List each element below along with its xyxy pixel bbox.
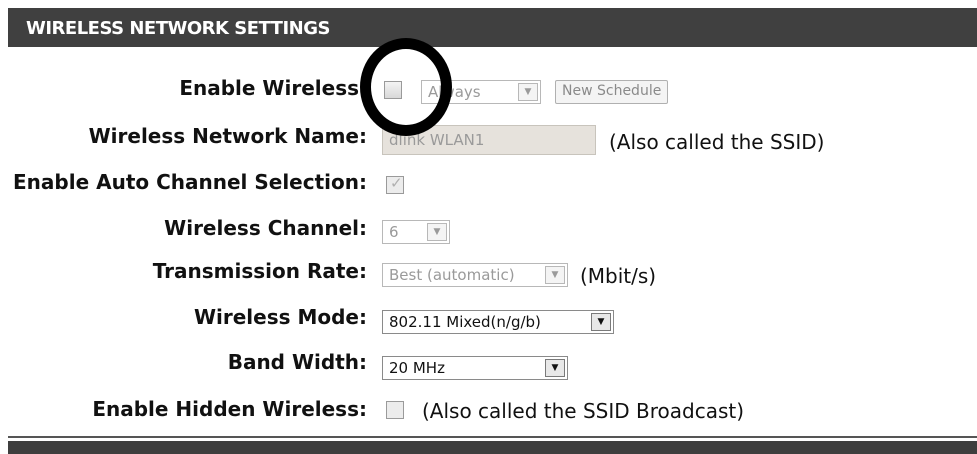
mode-value: 802.11 Mixed(n/g/b) <box>389 313 541 331</box>
band-width-select[interactable]: 20 MHz ▼ <box>382 356 568 380</box>
chevron-down-icon: ▼ <box>591 313 611 331</box>
hidden-wireless-label: Enable Hidden Wireless <box>92 397 359 421</box>
auto-channel-label: Enable Auto Channel Selection <box>13 170 359 194</box>
colon: : <box>359 305 367 329</box>
tx-rate-select[interactable]: Best (automatic) ▼ <box>382 263 568 287</box>
colon: : <box>359 350 367 374</box>
colon: : <box>359 397 367 421</box>
mode-select[interactable]: 802.11 Mixed(n/g/b) ▼ <box>382 310 614 334</box>
highlight-circle-annotation <box>360 38 452 136</box>
divider <box>8 436 977 438</box>
channel-label: Wireless Channel <box>164 216 359 240</box>
network-name-label: Wireless Network Name <box>88 124 359 148</box>
colon: : <box>359 259 367 283</box>
checkmark-icon: ✓ <box>390 174 403 192</box>
auto-channel-checkbox[interactable]: ✓ <box>386 174 404 194</box>
enable-wireless-label: Enable Wireless <box>179 76 359 100</box>
footer-bar <box>8 441 977 454</box>
channel-value: 6 <box>389 223 399 241</box>
colon: : <box>359 170 367 194</box>
chevron-down-icon: ▼ <box>545 359 565 377</box>
hidden-wireless-checkbox[interactable] <box>386 401 404 419</box>
band-width-value: 20 MHz <box>389 359 445 377</box>
tx-rate-unit: (Mbit/s) <box>580 264 657 288</box>
band-width-label: Band Width <box>227 350 359 374</box>
channel-select[interactable]: 6 ▼ <box>382 220 450 244</box>
colon: : <box>359 216 367 240</box>
tx-rate-value: Best (automatic) <box>389 266 515 284</box>
chevron-down-icon: ▼ <box>518 83 538 101</box>
chevron-down-icon: ▼ <box>427 223 447 241</box>
new-schedule-button[interactable]: New Schedule <box>555 80 669 104</box>
section-title: WIRELESS NETWORK SETTINGS <box>26 18 330 39</box>
mode-label: Wireless Mode <box>193 305 359 329</box>
tx-rate-label: Transmission Rate <box>152 259 359 283</box>
ssid-note: (Also called the SSID) <box>609 130 825 154</box>
ssid-broadcast-note: (Also called the SSID Broadcast) <box>422 399 745 423</box>
colon: : <box>359 124 367 148</box>
chevron-down-icon: ▼ <box>545 266 565 284</box>
section-header: WIRELESS NETWORK SETTINGS <box>8 8 977 47</box>
